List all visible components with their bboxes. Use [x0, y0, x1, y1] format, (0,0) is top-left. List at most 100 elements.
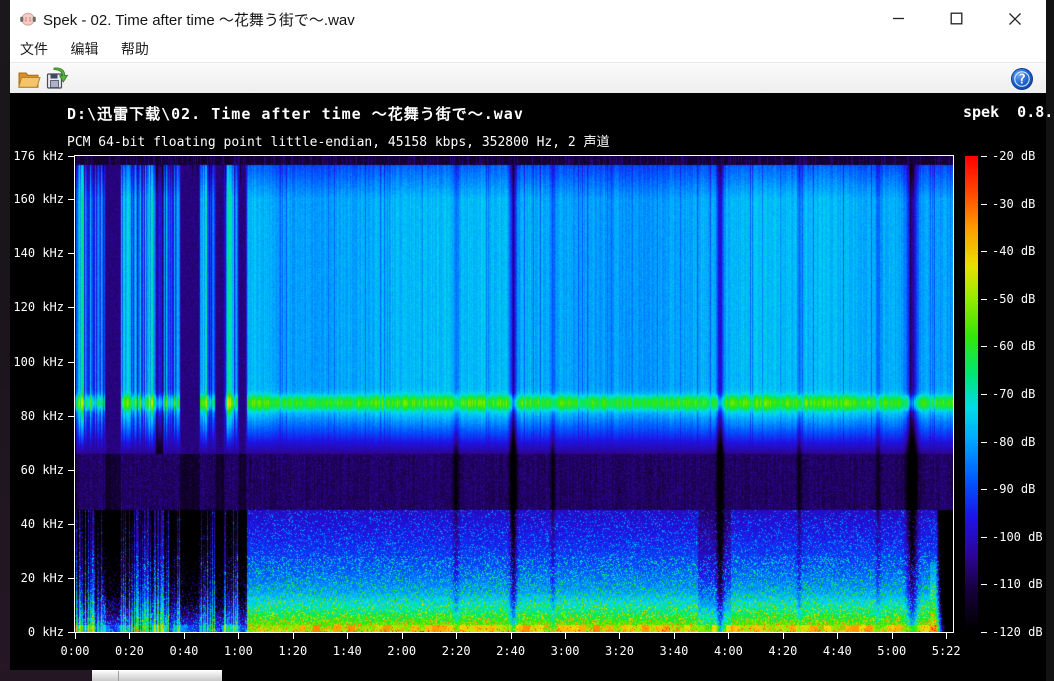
time-tick — [728, 633, 729, 639]
freq-tick — [68, 632, 74, 633]
taskbar-fragment-left — [0, 670, 92, 681]
db-tick-label: -70 dB — [992, 387, 1035, 401]
time-tick-label: 1:40 — [319, 644, 375, 658]
db-tick — [981, 584, 987, 585]
freq-tick-label: 160 kHz — [6, 192, 64, 206]
time-tick-label: 4:20 — [755, 644, 811, 658]
time-tick-label: 0:20 — [101, 644, 157, 658]
db-tick — [981, 394, 987, 395]
open-file-button[interactable] — [16, 66, 42, 91]
db-tick — [981, 489, 987, 490]
time-tick-label: 2:40 — [483, 644, 539, 658]
maximize-button[interactable] — [939, 0, 973, 37]
time-tick — [619, 633, 620, 639]
time-tick — [293, 633, 294, 639]
menu-item-edit[interactable]: 编辑 — [70, 37, 98, 62]
time-tick — [837, 633, 838, 639]
time-tick — [402, 633, 403, 639]
toolbar: ? — [10, 63, 1046, 93]
db-tick — [981, 442, 987, 443]
time-tick — [238, 633, 239, 639]
menu-item-help[interactable]: 帮助 — [121, 37, 149, 62]
freq-tick-label: 120 kHz — [6, 300, 64, 314]
freq-tick-label: 176 kHz — [6, 149, 64, 163]
time-tick-label: 4:00 — [700, 644, 756, 658]
freq-tick-label: 60 kHz — [6, 463, 64, 477]
svg-text:?: ? — [1018, 72, 1026, 87]
time-tick-label: 4:40 — [809, 644, 865, 658]
time-tick — [129, 633, 130, 639]
help-button[interactable]: ? — [1009, 66, 1035, 91]
time-tick — [184, 633, 185, 639]
db-tick — [981, 251, 987, 252]
time-tick-label: 3:00 — [537, 644, 593, 658]
db-tick — [981, 204, 987, 205]
db-tick-label: -20 dB — [992, 149, 1035, 163]
time-tick — [456, 633, 457, 639]
save-button[interactable] — [44, 66, 70, 91]
time-tick-label: 0:00 — [47, 644, 103, 658]
db-tick-label: -50 dB — [992, 292, 1035, 306]
freq-tick-label: 0 kHz — [6, 625, 64, 639]
time-tick — [347, 633, 348, 639]
freq-tick-label: 80 kHz — [6, 409, 64, 423]
freq-tick-label: 20 kHz — [6, 571, 64, 585]
help-icon: ? — [1010, 67, 1034, 91]
freq-tick — [68, 253, 74, 254]
spectrogram-canvas — [75, 156, 953, 632]
time-tick-label: 1:20 — [265, 644, 321, 658]
db-tick — [981, 632, 987, 633]
analysis-panel: D:\迅雷下载\02. Time after time ～花舞う街で～.wav … — [10, 93, 1046, 670]
db-tick-label: -120 dB — [992, 625, 1043, 639]
time-tick-label: 3:20 — [591, 644, 647, 658]
time-tick — [75, 633, 76, 639]
menu-item-file[interactable]: 文件 — [20, 37, 48, 62]
freq-tick-label: 100 kHz — [6, 355, 64, 369]
minimize-button[interactable] — [881, 0, 915, 37]
freq-tick-label: 140 kHz — [6, 246, 64, 260]
file-path: D:\迅雷下载\02. Time after time ～花舞う街で～.wav — [67, 103, 524, 124]
time-tick-label: 3:40 — [646, 644, 702, 658]
titlebar: Spek - 02. Time after time ～花舞う街で～.wav — [10, 0, 1046, 37]
colorbar-canvas — [965, 156, 978, 632]
freq-tick — [68, 470, 74, 471]
taskbar-fragment-window — [92, 670, 222, 681]
time-tick-label: 1:00 — [210, 644, 266, 658]
freq-tick — [68, 524, 74, 525]
save-icon — [45, 67, 69, 90]
time-tick-label: 5:00 — [864, 644, 920, 658]
spek-window: Spek - 02. Time after time ～花舞う街で～.wav 文… — [10, 0, 1046, 670]
db-tick — [981, 346, 987, 347]
close-icon — [1008, 12, 1022, 26]
time-tick — [511, 633, 512, 639]
maximize-icon — [950, 12, 963, 25]
time-tick-label: 5:22 — [918, 644, 974, 658]
db-tick-label: -60 dB — [992, 339, 1035, 353]
db-tick-label: -30 dB — [992, 197, 1035, 211]
db-tick — [981, 299, 987, 300]
time-tick-label: 2:20 — [428, 644, 484, 658]
window-title: Spek - 02. Time after time ～花舞う街で～.wav — [43, 9, 355, 30]
minimize-icon — [892, 12, 905, 25]
db-tick-label: -40 dB — [992, 244, 1035, 258]
spectrogram-plot — [74, 155, 954, 633]
taskbar-seam — [118, 671, 119, 681]
time-tick — [674, 633, 675, 639]
time-tick — [892, 633, 893, 639]
freq-tick — [68, 156, 74, 157]
freq-tick — [68, 578, 74, 579]
db-tick-label: -100 dB — [992, 530, 1043, 544]
freq-tick — [68, 307, 74, 308]
freq-tick — [68, 416, 74, 417]
time-tick — [946, 633, 947, 639]
folder-open-icon — [17, 69, 41, 89]
freq-tick-label: 40 kHz — [6, 517, 64, 531]
time-tick — [783, 633, 784, 639]
menubar: 文件 编辑 帮助 — [10, 37, 1046, 63]
freq-tick — [68, 362, 74, 363]
time-tick — [565, 633, 566, 639]
db-tick — [981, 156, 987, 157]
db-tick-label: -80 dB — [992, 435, 1035, 449]
time-tick-label: 2:00 — [374, 644, 430, 658]
close-button[interactable] — [998, 0, 1032, 37]
